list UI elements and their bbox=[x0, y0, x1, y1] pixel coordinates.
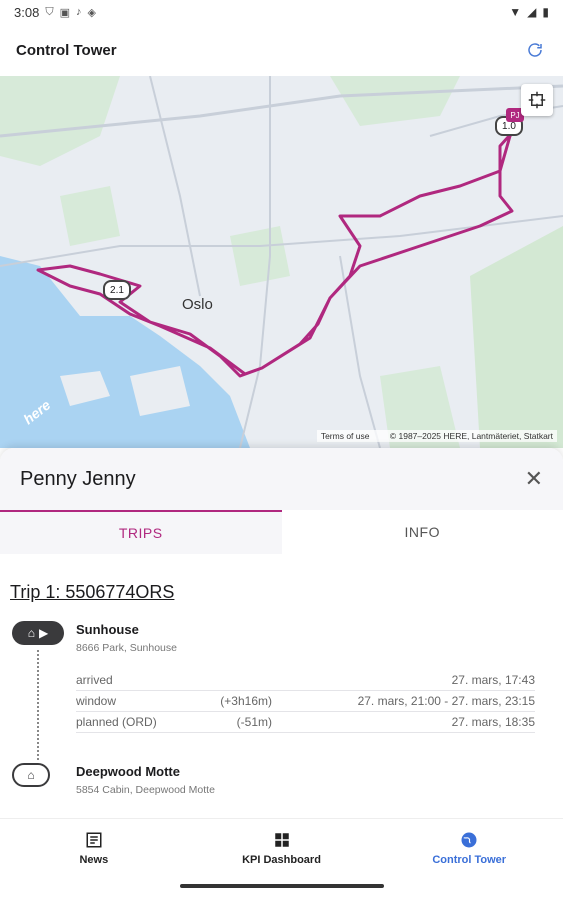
play-icon: ▶ bbox=[39, 626, 49, 640]
status-bar: 3:08 ⛉ ▣ ♪ ◈ ▼ ◢ ▮ bbox=[0, 0, 563, 24]
stop-item[interactable]: ⌂ ▶ Sunhouse 8666 Park, Sunhouse arrived… bbox=[12, 621, 551, 733]
stop-pill: ⌂ ▶ bbox=[12, 621, 64, 645]
vpn-icon: ◈ bbox=[87, 6, 96, 19]
stop-times: arrived 27. mars, 17:43 window (+3h16m) … bbox=[76, 670, 535, 733]
map-attribution: Terms of use © 1987–2025 HERE, Lantmäter… bbox=[316, 430, 557, 442]
stop-address: 8666 Park, Sunhouse bbox=[76, 642, 177, 654]
terms-link[interactable]: Terms of use bbox=[321, 431, 370, 441]
driver-name: Penny Jenny bbox=[20, 467, 136, 490]
page-title: Control Tower bbox=[16, 41, 117, 59]
nav-kpi-dashboard[interactable]: KPI Dashboard bbox=[188, 819, 376, 878]
time-row: arrived 27. mars, 17:43 bbox=[76, 670, 535, 691]
time-row: planned (ORD) (-51m) 27. mars, 18:35 bbox=[76, 712, 535, 733]
nav-news-label: News bbox=[79, 854, 109, 866]
wifi-icon: ▼ bbox=[509, 5, 522, 19]
time-value: 27. mars, 17:43 bbox=[451, 673, 535, 687]
copyright-text: © 1987–2025 HERE, Lantmäteriet, Statkart bbox=[389, 431, 553, 441]
route-map[interactable]: Oslo 2.1 1.0 PJ here Terms of use © 1987… bbox=[0, 76, 563, 448]
stop-address: 5854 Cabin, Deepwood Motte bbox=[76, 784, 215, 796]
stop-name: Deepwood Motte bbox=[76, 764, 180, 779]
time-label: planned (ORD) bbox=[76, 715, 157, 729]
stop-item[interactable]: ⌂ Deepwood Motte 5854 Cabin, Deepwood Mo… bbox=[12, 763, 551, 796]
shield-icon: ⛉ bbox=[45, 5, 54, 18]
music-icon: ♪ bbox=[75, 6, 82, 18]
sheet-header: Penny Jenny ✕ bbox=[0, 448, 563, 510]
home-icon: ⌂ bbox=[27, 768, 35, 782]
nav-kpi-label: KPI Dashboard bbox=[242, 854, 321, 866]
time-label: window bbox=[76, 694, 117, 708]
battery-icon: ▮ bbox=[542, 5, 549, 19]
nav-news[interactable]: News bbox=[0, 819, 188, 878]
nav-control-tower-label: Control Tower bbox=[432, 854, 507, 866]
crosshair-icon bbox=[528, 91, 546, 109]
status-time: 3:08 bbox=[14, 4, 40, 20]
close-icon[interactable]: ✕ bbox=[525, 466, 543, 492]
home-indicator[interactable] bbox=[180, 884, 384, 888]
stop-pill: ⌂ bbox=[12, 763, 50, 787]
grid-icon bbox=[274, 833, 289, 847]
tab-info[interactable]: INFO bbox=[281, 510, 563, 554]
home-icon: ⌂ bbox=[27, 626, 35, 640]
time-label: arrived bbox=[76, 673, 113, 687]
recenter-button[interactable] bbox=[521, 84, 553, 116]
stop-connector bbox=[37, 650, 39, 760]
stop-marker[interactable]: 2.1 bbox=[103, 280, 131, 300]
signal-icon: ◢ bbox=[527, 5, 537, 19]
globe-icon bbox=[461, 832, 477, 848]
stop-name: Sunhouse bbox=[76, 622, 139, 637]
city-label: Oslo bbox=[182, 296, 213, 313]
tab-trips[interactable]: TRIPS bbox=[0, 510, 282, 554]
time-value: 27. mars, 18:35 bbox=[451, 715, 535, 729]
time-value: 27. mars, 21:00 - 27. mars, 23:15 bbox=[357, 694, 535, 708]
app-bar: Control Tower bbox=[0, 24, 563, 76]
refresh-icon[interactable] bbox=[523, 38, 547, 62]
stop-marker-label: 2.1 bbox=[110, 284, 124, 296]
time-delta: (+3h16m) bbox=[220, 694, 272, 708]
tab-bar: TRIPS INFO bbox=[0, 510, 563, 554]
bottom-nav: News KPI Dashboard Control Tower bbox=[0, 818, 563, 878]
time-row: window (+3h16m) 27. mars, 21:00 - 27. ma… bbox=[76, 691, 535, 712]
trip-content: Trip 1: 5506774ORS ⌂ ▶ Sunhouse 8666 Par… bbox=[0, 554, 563, 796]
notification-icon: ▣ bbox=[59, 6, 70, 19]
vehicle-marker-label: PJ bbox=[510, 110, 520, 120]
news-icon bbox=[86, 832, 102, 848]
time-delta: (-51m) bbox=[236, 715, 272, 729]
nav-control-tower[interactable]: Control Tower bbox=[375, 819, 563, 878]
stop-marker-label: 1.0 bbox=[502, 120, 516, 132]
trip-title[interactable]: Trip 1: 5506774ORS bbox=[10, 582, 551, 603]
